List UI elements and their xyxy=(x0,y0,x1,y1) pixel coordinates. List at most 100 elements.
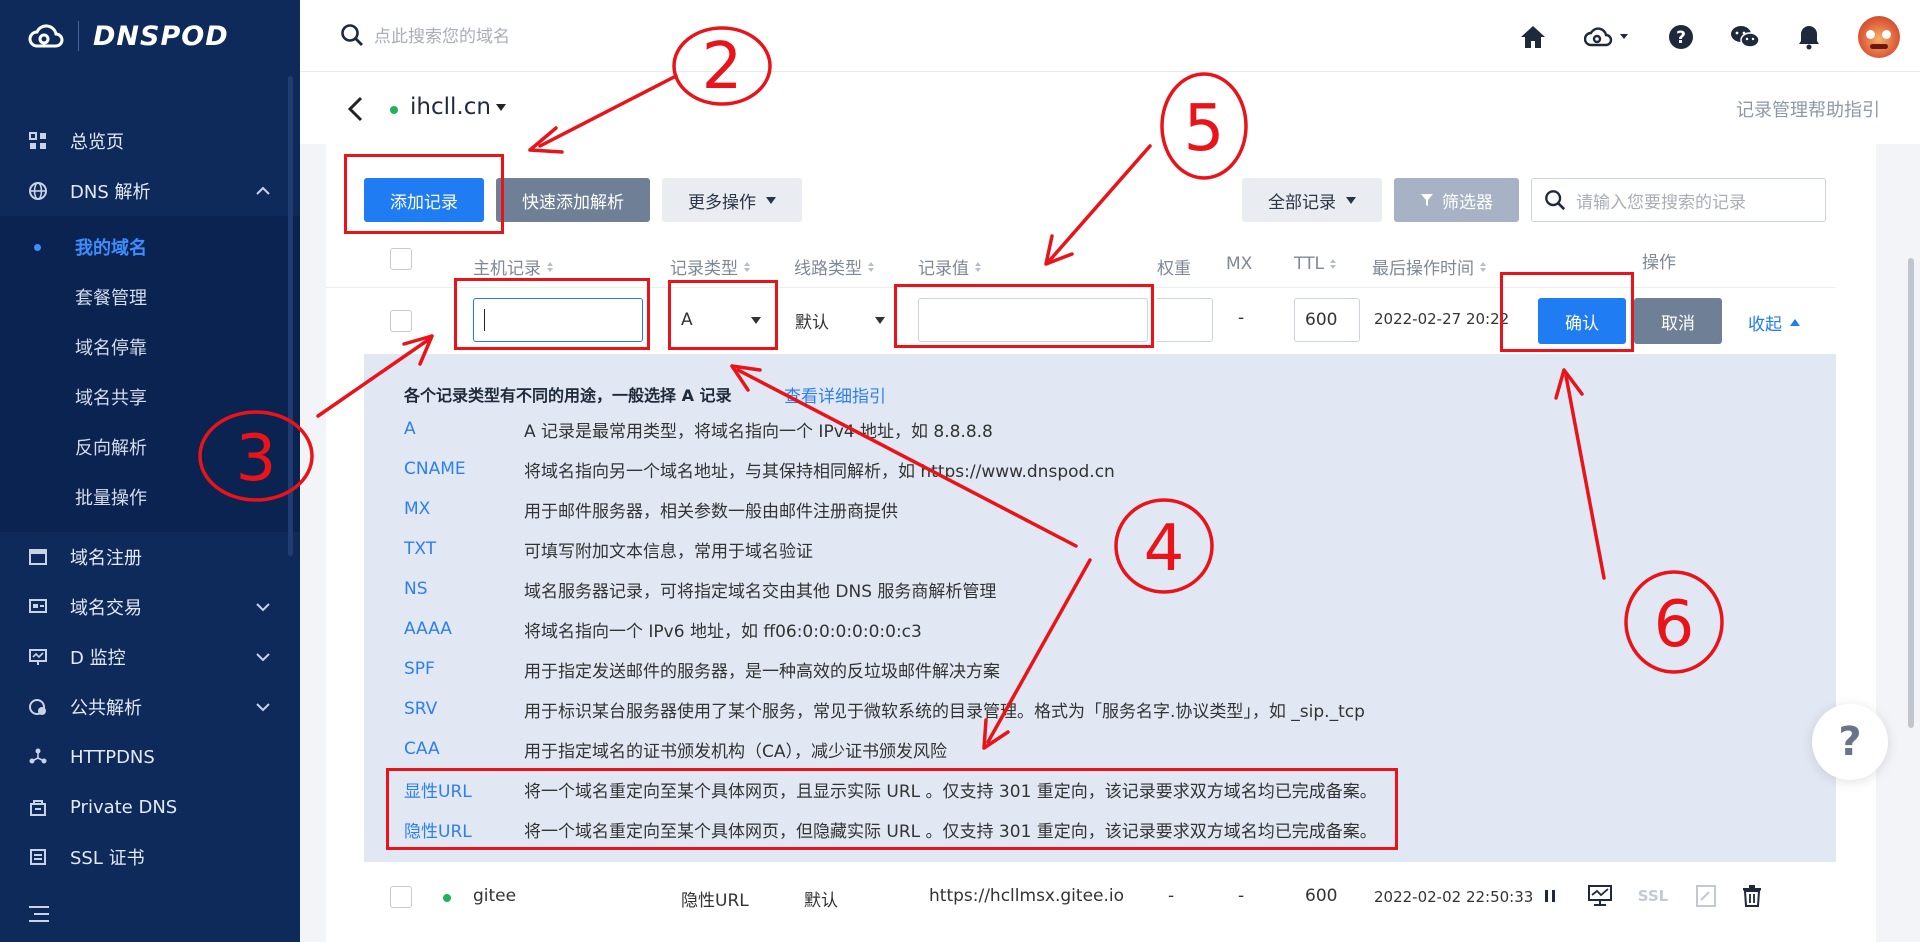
filter-button[interactable]: 筛选器 xyxy=(1394,178,1519,222)
domain-search[interactable]: 点此搜索您的域名 xyxy=(340,22,510,47)
weight-input[interactable] xyxy=(1157,298,1213,342)
sidebar: DNSPOD 总览页 DNS 解析 我的域名 套餐管理 域名停靠 域名共享 反向… xyxy=(0,0,300,942)
search-icon xyxy=(1545,190,1566,211)
col-last-op[interactable]: 最后操作时间 xyxy=(1372,254,1486,279)
row-host: gitee xyxy=(473,886,517,906)
home-icon[interactable] xyxy=(1518,22,1548,52)
ssl-icon[interactable]: SSL xyxy=(1636,884,1670,908)
record-search-input[interactable]: 请输入您要搜索的记录 xyxy=(1531,178,1826,222)
sidebar-item-plans[interactable]: 套餐管理 xyxy=(0,272,300,322)
select-all-checkbox[interactable] xyxy=(390,248,412,270)
remark-icon[interactable] xyxy=(1694,884,1718,908)
avatar[interactable] xyxy=(1858,16,1900,58)
record-type-name: 显性URL xyxy=(404,781,472,802)
ttl-value: 600 xyxy=(1305,310,1338,330)
add-record-button[interactable]: 添加记录 xyxy=(364,178,484,222)
record-type-name: CNAME xyxy=(404,459,466,479)
domain-dropdown-icon[interactable] xyxy=(496,104,506,111)
cloud-dropdown-icon[interactable] xyxy=(1582,22,1632,52)
sidebar-item-httpdns[interactable]: HTTPDNS xyxy=(0,732,300,782)
sidebar-item-reverse[interactable]: 反向解析 xyxy=(0,422,300,472)
sidebar-item-batch[interactable]: 批量操作 xyxy=(0,472,300,522)
sidebar-item-private-dns[interactable]: Private DNS xyxy=(0,782,300,832)
sidebar-item-label: 域名注册 xyxy=(70,548,142,569)
col-ttl[interactable]: TTL xyxy=(1294,254,1336,274)
cancel-button[interactable]: 取消 xyxy=(1634,298,1722,344)
sidebar-item-ssl[interactable]: SSL 证书 xyxy=(0,832,300,882)
line-type-select[interactable]: 默认 xyxy=(784,298,894,342)
col-host[interactable]: 主机记录 xyxy=(473,254,553,279)
sidebar-item-monitor[interactable]: D 监控 xyxy=(0,632,300,682)
collapse-link[interactable]: 收起 xyxy=(1748,310,1800,335)
record-value-input[interactable] xyxy=(918,298,1148,342)
ttl-input[interactable]: 600 xyxy=(1294,298,1360,342)
pause-icon[interactable] xyxy=(1538,884,1562,908)
sort-icon xyxy=(1329,259,1336,269)
row-checkbox[interactable] xyxy=(390,310,412,332)
logo[interactable]: DNSPOD xyxy=(0,0,300,72)
row-checkbox[interactable] xyxy=(390,886,412,908)
record-type-help-panel: 各个记录类型有不同的用途，一般选择 A 记录 查看详细指引 A A 记录是最常用类… xyxy=(364,354,1836,862)
record-type-desc: 将域名指向另一个域名地址，与其保持相同解析，如 https://www.dnsp… xyxy=(524,461,1115,482)
sidebar-item-dns[interactable]: DNS 解析 xyxy=(0,166,300,216)
record-type-name: AAAA xyxy=(404,619,452,639)
domain-status-dot xyxy=(390,106,398,114)
row-line: 默认 xyxy=(804,891,838,911)
record-type-desc: 将域名指向一个 IPv6 地址，如 ff06:0:0:0:0:0:0:c3 xyxy=(524,621,922,642)
sidebar-item-parking[interactable]: 域名停靠 xyxy=(0,322,300,372)
col-line[interactable]: 线路类型 xyxy=(794,254,874,279)
sidebar-item-trade[interactable]: 域名交易 xyxy=(0,582,300,632)
delete-icon[interactable] xyxy=(1740,884,1764,908)
sidebar-item-my-domains[interactable]: 我的域名 xyxy=(0,222,300,272)
all-records-dropdown[interactable]: 全部记录 xyxy=(1242,178,1382,222)
domain-name[interactable]: ihcll.cn xyxy=(410,94,491,120)
sidebar-item-register[interactable]: 域名注册 xyxy=(0,532,300,582)
dashboard-icon xyxy=(28,131,48,151)
row-mx: - xyxy=(1238,886,1245,906)
sidebar-item-public-dns[interactable]: 公共解析 xyxy=(0,682,300,732)
sidebar-item-overview[interactable]: 总览页 xyxy=(0,116,300,166)
caret-down-icon xyxy=(751,317,761,324)
record-filters: 全部记录 筛选器 请输入您要搜索的记录 xyxy=(1242,178,1826,222)
sidebar-item-label: HTTPDNS xyxy=(70,746,155,768)
col-type[interactable]: 记录类型 xyxy=(670,254,750,279)
top-bar: 点此搜索您的域名 ? xyxy=(300,0,1920,72)
record-type-select[interactable]: A xyxy=(670,298,770,342)
row-value: https://hcllmsx.gitee.io xyxy=(929,886,1125,906)
domain-search-placeholder[interactable]: 点此搜索您的域名 xyxy=(374,22,510,47)
menu-collapse-icon[interactable] xyxy=(28,904,50,924)
caret-down-icon xyxy=(875,317,885,324)
record-type-item: 隐性URL 将一个域名重定向至某个具体网页，但隐藏实际 URL 。仅支持 301 … xyxy=(404,814,1377,844)
collapse-label: 收起 xyxy=(1748,315,1782,335)
record-help-guide-link[interactable]: 记录管理帮助指引 xyxy=(1736,96,1880,122)
record-type-desc: 用于标识某台服务器使用了某个服务，常见于微软系统的目录管理。格式为「服务名字.协… xyxy=(524,701,1365,722)
sidebar-item-sharing[interactable]: 域名共享 xyxy=(0,372,300,422)
trade-icon xyxy=(28,597,48,617)
chevron-up-icon xyxy=(256,186,270,195)
host-record-input[interactable] xyxy=(473,298,643,342)
register-icon xyxy=(28,547,48,567)
wechat-icon[interactable] xyxy=(1730,22,1760,52)
col-weight: 权重 xyxy=(1157,254,1191,279)
main-scrollbar[interactable] xyxy=(1908,258,1914,728)
detail-guide-link[interactable]: 查看详细指引 xyxy=(784,382,886,407)
ssl-cert-icon xyxy=(28,847,48,867)
back-arrow-icon[interactable] xyxy=(346,96,366,122)
record-search-placeholder: 请输入您要搜索的记录 xyxy=(1576,192,1746,213)
notification-bell-icon[interactable] xyxy=(1794,22,1824,52)
help-icon[interactable]: ? xyxy=(1666,22,1696,52)
help-panel-title: 各个记录类型有不同的用途，一般选择 A 记录 xyxy=(404,386,732,405)
sort-icon xyxy=(975,261,981,272)
confirm-button[interactable]: 确认 xyxy=(1538,298,1626,344)
text-cursor xyxy=(484,309,485,331)
sidebar-scrollbar[interactable] xyxy=(288,76,293,556)
floating-help-button[interactable]: ? xyxy=(1812,704,1888,780)
col-value[interactable]: 记录值 xyxy=(918,254,981,279)
quick-add-button[interactable]: 快速添加解析 xyxy=(496,178,650,222)
sidebar-item-label: SSL 证书 xyxy=(70,848,145,869)
sidebar-item-label: D 监控 xyxy=(70,648,126,669)
record-type-desc: 用于指定域名的证书颁发机构（CA），减少证书颁发风险 xyxy=(524,741,947,762)
filter-icon xyxy=(1421,194,1433,206)
monitor-row-icon[interactable] xyxy=(1588,884,1612,908)
more-operations-button[interactable]: 更多操作 xyxy=(662,178,802,222)
